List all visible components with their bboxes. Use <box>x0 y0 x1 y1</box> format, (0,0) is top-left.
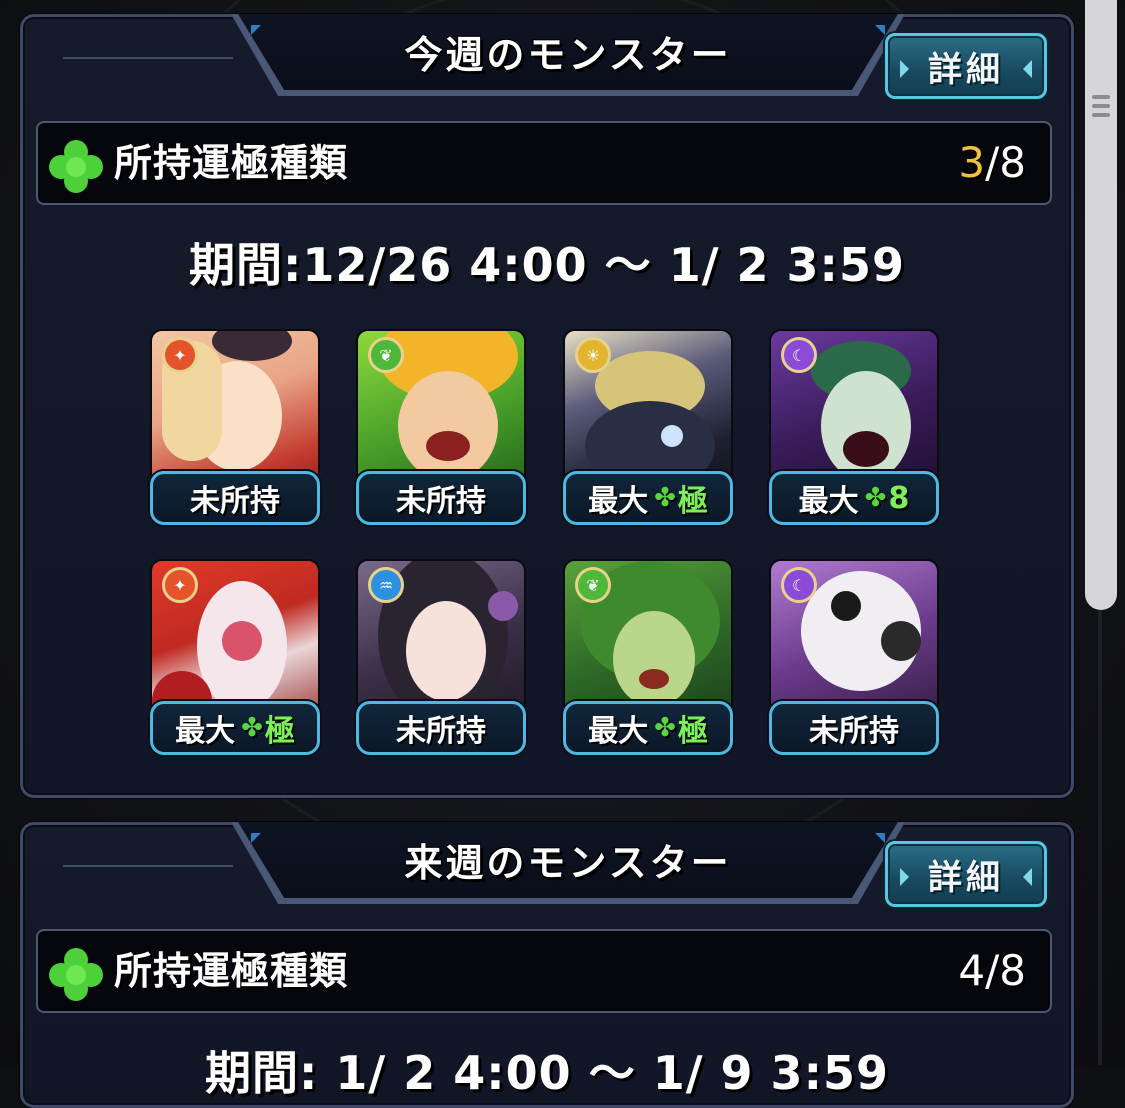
luck-max-count-bar: 所持運極種類 3/8 <box>36 121 1052 205</box>
clover-icon: ✤ <box>654 713 676 743</box>
wood-attribute-icon: ❦ <box>368 337 404 373</box>
grip-icon <box>1092 90 1110 136</box>
monster-status-label: 最大 ✤ 極 <box>150 701 320 755</box>
monster-status-label: 未所持 <box>356 471 526 525</box>
monster-card[interactable]: ☀ 最大 ✤ 極 <box>563 329 733 525</box>
dark-attribute-icon: ☾ <box>781 567 817 603</box>
monster-card[interactable]: ✦ 最大 ✤ 極 <box>150 559 320 755</box>
monster-status-label: 未所持 <box>356 701 526 755</box>
fire-attribute-icon: ✦ <box>162 337 198 373</box>
monster-status-label: 未所持 <box>150 471 320 525</box>
monster-status-label: 最大 ✤ 8 <box>769 471 939 525</box>
section-title: 来週のモンスター <box>404 841 732 885</box>
count-label: 所持運極種類 <box>114 949 349 993</box>
this-week-panel: 今週のモンスター 詳細 所持運極種類 3/8 期間:12/26 4:00 ～ 1… <box>20 14 1074 798</box>
monster-status-label: 最大 ✤ 極 <box>563 471 733 525</box>
monster-status-label: 未所持 <box>769 701 939 755</box>
clover-icon <box>49 140 103 193</box>
monster-card[interactable]: ❦ 最大 ✤ 極 <box>563 559 733 755</box>
monster-card[interactable]: ♒ 未所持 <box>356 559 526 755</box>
monster-card[interactable]: ❦ 未所持 <box>356 329 526 525</box>
title-deco-line <box>63 865 233 867</box>
count-total: /8 <box>985 946 1026 995</box>
monster-card[interactable]: ☾ 未所持 <box>769 559 939 755</box>
luck-max-count-bar: 所持運極種類 4/8 <box>36 929 1052 1013</box>
count-label: 所持運極種類 <box>114 141 349 185</box>
detail-button[interactable]: 詳細 <box>885 841 1047 907</box>
count-total: /8 <box>985 138 1026 187</box>
clover-icon <box>49 948 103 1001</box>
detail-button-label: 詳細 <box>928 857 1004 898</box>
scroll-track <box>1098 610 1102 1065</box>
monster-status-label: 最大 ✤ 極 <box>563 701 733 755</box>
clover-icon: ✤ <box>654 483 676 513</box>
wood-attribute-icon: ❦ <box>575 567 611 603</box>
detail-button[interactable]: 詳細 <box>885 33 1047 99</box>
fire-attribute-icon: ✦ <box>162 567 198 603</box>
clover-icon: ✤ <box>864 483 887 513</box>
arrow-left-icon <box>900 868 909 886</box>
arrow-right-icon <box>1023 60 1032 78</box>
period-text: 期間:12/26 4:00 ～ 1/ 2 3:59 <box>189 238 905 292</box>
monster-card[interactable]: ☾ 最大 ✤ 8 <box>769 329 939 525</box>
count-value: 3/8 <box>958 123 1026 203</box>
arrow-right-icon <box>1023 868 1032 886</box>
next-week-panel: 来週のモンスター 詳細 所持運極種類 4/8 期間: 1/ 2 4:00 ～ 1… <box>20 822 1074 1108</box>
clover-icon: ✤ <box>241 713 263 743</box>
water-attribute-icon: ♒ <box>368 567 404 603</box>
period-text: 期間: 1/ 2 4:00 ～ 1/ 9 3:59 <box>205 1046 889 1100</box>
light-attribute-icon: ☀ <box>575 337 611 373</box>
arrow-left-icon <box>900 60 909 78</box>
count-current: 3 <box>958 138 986 187</box>
title-deco-line <box>63 57 233 59</box>
dark-attribute-icon: ☾ <box>781 337 817 373</box>
count-value: 4/8 <box>958 931 1026 1011</box>
section-title: 今週のモンスター <box>404 33 732 77</box>
count-current: 4 <box>958 946 986 995</box>
detail-button-label: 詳細 <box>928 49 1004 90</box>
monster-card[interactable]: ✦ 未所持 <box>150 329 320 525</box>
